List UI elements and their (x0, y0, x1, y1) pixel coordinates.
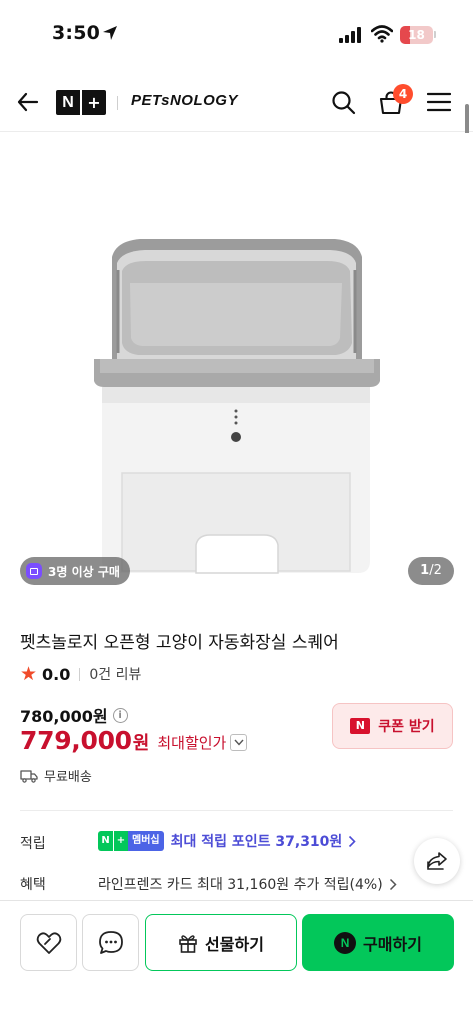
logo-plus: + (87, 93, 101, 112)
chevron-down-icon[interactable] (230, 734, 248, 751)
share-icon (427, 852, 447, 870)
rating-score: 0.0 (42, 664, 71, 684)
gift-button[interactable]: 선물하기 (145, 914, 297, 971)
membership-text: 멤버십 (128, 831, 164, 851)
talk-talk-button[interactable] (82, 914, 139, 971)
naver-plus-store-logo[interactable]: N + (56, 90, 106, 115)
section-divider (20, 810, 453, 811)
page-current: 1 (420, 563, 430, 578)
star-icon: ★ (20, 662, 38, 685)
store-brand-name[interactable]: PETsNOLOGY (131, 92, 238, 109)
menu-icon[interactable] (427, 92, 451, 112)
cart-count-badge: 4 (393, 84, 413, 104)
signal-icon (339, 27, 361, 43)
card-benefit-row[interactable]: 라인프렌즈 카드 최대 31,160원 추가 적립(4%) (98, 874, 397, 894)
buyer-count-label: 3명 이상 구매 (48, 564, 120, 579)
sale-price: 779,000 (20, 726, 132, 755)
coupon-download-button[interactable]: N 쿠폰 받기 (332, 703, 453, 749)
search-icon[interactable] (331, 90, 356, 115)
buy-button[interactable]: N 구매하기 (302, 914, 454, 971)
rating-divider (79, 667, 81, 681)
sale-price-unit: 원 (132, 733, 150, 754)
membership-n: N (98, 831, 113, 851)
rating-row[interactable]: ★ 0.0 0건 리뷰 (20, 664, 141, 684)
product-title: 펫츠놀로지 오픈형 고양이 자동화장실 스퀘어 (20, 633, 339, 653)
battery-level: 18 (408, 28, 425, 42)
gift-label: 선물하기 (205, 934, 264, 954)
shopping-bag-badge-icon (26, 563, 42, 579)
share-button[interactable] (414, 838, 460, 884)
product-image-carousel[interactable] (0, 133, 473, 603)
chevron-right-icon (389, 878, 397, 890)
wifi-icon (371, 25, 393, 43)
original-price: 780,000원 i (20, 703, 128, 727)
battery-tip (434, 31, 436, 38)
location-arrow-icon (103, 26, 117, 40)
shipping-info: 무료배송 (20, 766, 92, 785)
naver-plus-membership-badge: N + 멤버십 (98, 831, 164, 851)
naver-pay-icon: N (334, 931, 357, 954)
image-page-counter: 1/2 (408, 557, 454, 585)
coupon-icon: N (350, 718, 371, 734)
battery-icon: 18 (400, 26, 433, 44)
gift-icon (179, 934, 197, 953)
chat-bubble-icon (98, 930, 123, 954)
card-benefit-text: 라인프렌즈 카드 최대 31,160원 추가 적립(4%) (98, 877, 383, 893)
status-bar: 3:50 18 (0, 0, 473, 70)
chevron-right-icon (349, 835, 356, 847)
sale-price-row: 779,000 원 최대할인가 (20, 726, 248, 755)
back-arrow-icon[interactable] (16, 90, 40, 114)
buyer-count-badge: 3명 이상 구매 (20, 557, 130, 585)
points-label: 적립 (20, 836, 46, 852)
status-time: 3:50 (52, 22, 101, 44)
wishlist-button[interactable] (20, 914, 77, 971)
discount-label: 최대할인가 (157, 734, 227, 752)
shipping-label: 무료배송 (44, 770, 92, 785)
heart-icon (36, 931, 61, 954)
benefit-label: 혜택 (20, 877, 46, 893)
page-total: /2 (429, 563, 442, 578)
header-divider (117, 96, 118, 110)
points-row[interactable]: N + 멤버십 최대 적립 포인트 37,310원 (98, 831, 356, 851)
logo-n: N (62, 94, 74, 111)
membership-plus: + (113, 831, 128, 851)
product-photo (94, 239, 380, 574)
original-price-value: 780,000원 (20, 707, 108, 726)
max-points-text: 최대 적립 포인트 37,310원 (170, 834, 343, 850)
delivery-truck-icon (20, 769, 38, 783)
info-icon[interactable]: i (112, 707, 128, 723)
review-count[interactable]: 0건 리뷰 (89, 664, 141, 684)
buy-label: 구매하기 (363, 934, 422, 954)
coupon-label: 쿠폰 받기 (378, 719, 435, 735)
